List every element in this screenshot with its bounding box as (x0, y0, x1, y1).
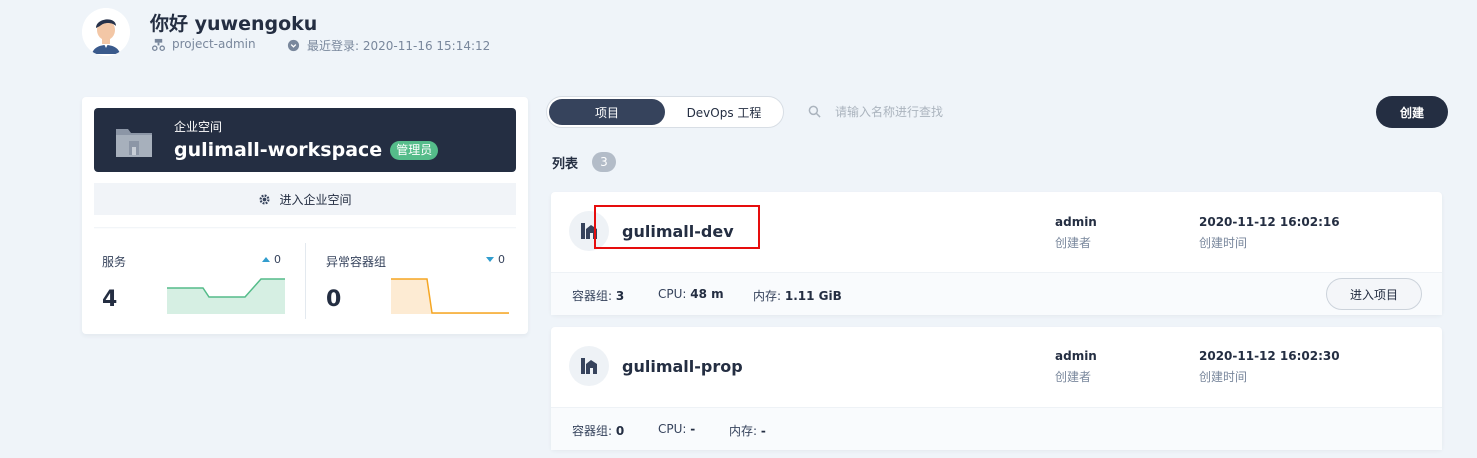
project-pods: 容器组: 0 (572, 422, 624, 439)
project-creator: admin (1055, 215, 1097, 229)
memory-value: 1.11 GiB (784, 289, 842, 303)
last-login-text: 最近登录: 2020-11-16 15:14:12 (307, 39, 491, 53)
project-card-gulimall-prop[interactable]: gulimall-prop admin 创建者 2020-11-12 16:02… (551, 327, 1442, 450)
pods-value: 3 (615, 289, 625, 303)
stat-abnormal-pods-value: 0 (326, 287, 342, 312)
project-footer: 容器组: 3 CPU: 48 m 内存: 1.11 GiB 进入项目 (551, 272, 1442, 315)
project-pods: 容器组: 3 (572, 287, 624, 304)
enter-workspace-label: 进入企业空间 (279, 192, 352, 207)
enter-workspace-button[interactable]: 进入企业空间 (94, 183, 516, 215)
project-created-label: 创建时间 (1199, 236, 1248, 250)
workspace-banner[interactable]: 企业空间 gulimall-workspace 管理员 (94, 108, 516, 172)
project-name[interactable]: gulimall-prop (622, 357, 743, 376)
last-login: 最近登录: 2020-11-16 15:14:12 (287, 37, 490, 54)
list-count-badge: 3 (592, 152, 616, 172)
triangle-down-icon (486, 257, 494, 262)
triangle-up-icon (262, 257, 270, 262)
cpu-value: 48 m (690, 287, 724, 301)
avatar[interactable] (82, 8, 130, 56)
clock-icon (287, 39, 300, 52)
cpu-label: CPU: (658, 287, 687, 301)
stat-services-trend: 0 (262, 253, 281, 266)
workspace-name: gulimall-workspace (174, 139, 383, 161)
enter-project-button[interactable]: 进入项目 (1326, 278, 1422, 310)
workspace-icon (114, 123, 154, 159)
stat-abnormal-pods-label: 异常容器组 (326, 255, 387, 269)
search-icon (808, 105, 821, 118)
tab-group: 项目 DevOps 工程 (546, 96, 784, 128)
admin-badge: 管理员 (390, 140, 439, 160)
project-cpu: CPU: 48 m (658, 287, 724, 301)
stat-abnormal-pods-trend-value: 0 (498, 253, 505, 266)
project-memory: 内存: - (729, 422, 766, 439)
memory-label: 内存: (753, 289, 782, 303)
user-role: project-admin (152, 37, 256, 51)
workspace-label: 企业空间 (174, 120, 223, 134)
list-title: 列表 (552, 157, 579, 172)
project-created-time: 2020-11-12 16:02:30 (1199, 349, 1340, 363)
highlight-annotation-box (594, 205, 760, 249)
stat-abnormal-pods-sparkline (391, 278, 509, 314)
stat-services-value: 4 (102, 287, 118, 312)
tab-devops[interactable]: DevOps 工程 (667, 99, 781, 125)
pods-label: 容器组: (572, 424, 613, 438)
create-button[interactable]: 创建 (1376, 96, 1448, 128)
role-icon (152, 38, 165, 51)
search-box[interactable]: 请输入名称进行查找 (808, 103, 943, 120)
stat-services-trend-value: 0 (274, 253, 281, 266)
workspace-name-row: gulimall-workspace 管理员 (174, 139, 439, 161)
project-creator-label: 创建者 (1055, 370, 1092, 384)
project-memory: 内存: 1.11 GiB (753, 287, 842, 304)
greeting-title: 你好 yuwengoku (150, 13, 318, 35)
project-created-label: 创建时间 (1199, 370, 1248, 384)
pods-label: 容器组: (572, 289, 613, 303)
project-footer: 容器组: 0 CPU: - 内存: - (551, 407, 1442, 450)
stat-services-sparkline (167, 278, 285, 314)
project-creator-label: 创建者 (1055, 236, 1092, 250)
pods-value: 0 (615, 424, 625, 438)
project-creator: admin (1055, 349, 1097, 363)
gear-icon (259, 193, 270, 205)
workspace-card: 企业空间 gulimall-workspace 管理员 进入企业空间 服务 0 … (82, 97, 528, 334)
tab-projects[interactable]: 项目 (549, 99, 665, 125)
cpu-label: CPU: (658, 422, 687, 436)
project-cpu: CPU: - (658, 422, 695, 436)
stats-divider (305, 243, 306, 319)
stat-abnormal-pods-trend: 0 (486, 253, 505, 266)
role-text: project-admin (172, 37, 256, 51)
project-created-time: 2020-11-12 16:02:16 (1199, 215, 1340, 229)
memory-value: - (760, 424, 766, 438)
divider (94, 227, 516, 229)
stat-services-label: 服务 (102, 255, 127, 269)
cpu-value: - (690, 422, 696, 436)
memory-label: 内存: (729, 424, 758, 438)
search-placeholder: 请输入名称进行查找 (835, 105, 944, 119)
project-icon (569, 346, 609, 386)
